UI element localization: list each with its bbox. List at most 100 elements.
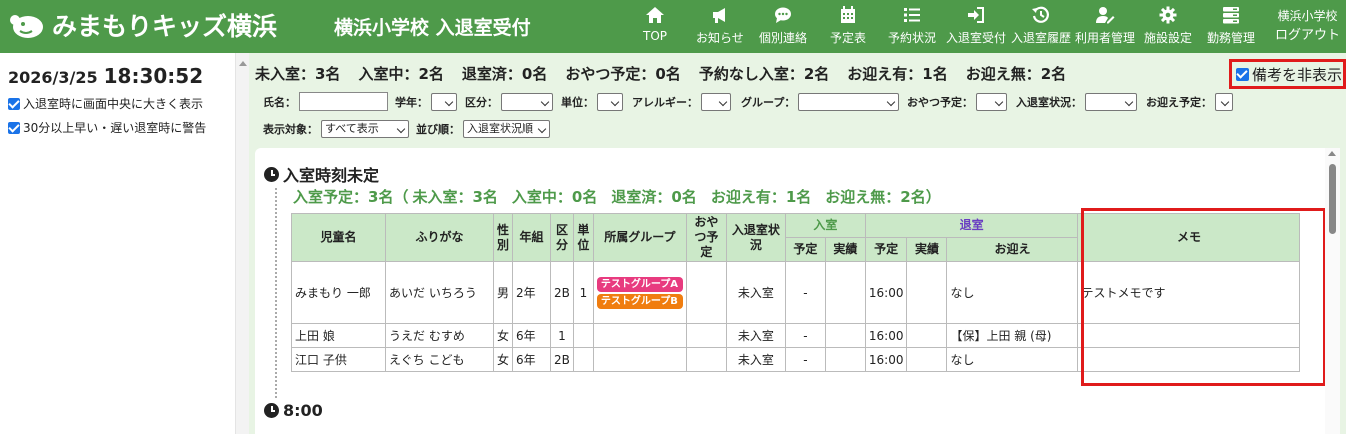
cell-unit bbox=[572, 347, 594, 372]
cell-exit-actual bbox=[906, 261, 948, 324]
hide-remarks-checkbox[interactable] bbox=[1236, 67, 1249, 81]
nav-history[interactable]: 入退室履歴 bbox=[1011, 5, 1071, 49]
nav-facility-settings[interactable]: 施設設定 bbox=[1144, 5, 1192, 49]
cell-snack bbox=[685, 261, 727, 324]
nav-checkin[interactable]: 入退室受付 bbox=[946, 5, 1006, 49]
cell-status[interactable]: 未入室 bbox=[725, 323, 786, 348]
cell-name[interactable]: 上田 娘 bbox=[291, 323, 386, 348]
panel-splitter[interactable] bbox=[235, 53, 249, 434]
cell-unit: 1 bbox=[572, 261, 594, 324]
allergy-select[interactable] bbox=[701, 93, 731, 111]
cell-status[interactable]: 未入室 bbox=[725, 347, 786, 372]
table-row[interactable]: 江口 子供 えぐち こども 女 6年 2B 未入室 - 16:00 なし bbox=[291, 347, 1301, 372]
filter-grade: 学年： bbox=[395, 93, 457, 111]
col-snack[interactable]: おやつ予定 bbox=[685, 213, 727, 262]
col-exit[interactable]: 退室 bbox=[864, 213, 1079, 238]
current-datetime: 2026/3/25 18:30:52 bbox=[8, 64, 203, 88]
col-division[interactable]: 区分 bbox=[550, 213, 574, 262]
nav-schedule[interactable]: 予定表 bbox=[830, 5, 866, 49]
section-title: 8:00 bbox=[283, 401, 323, 420]
hide-remarks-toggle[interactable]: 備考を非表示 bbox=[1229, 59, 1346, 89]
division-select[interactable] bbox=[501, 93, 553, 111]
filter-snack: おやつ予定： bbox=[907, 93, 1007, 111]
filter-sort: 並び順： 入退室状況順 bbox=[416, 120, 550, 138]
cell-snack bbox=[685, 323, 727, 348]
col-furigana[interactable]: ふりがな bbox=[385, 213, 494, 262]
status-select[interactable] bbox=[1085, 93, 1137, 111]
nav-label: 入退室履歴 bbox=[1011, 31, 1072, 45]
filter-label: 表示対象： bbox=[263, 123, 318, 136]
filter-bar: 氏名： 学年： 区分： 単位： アレルギー： グループ： おやつ予定： 入退室状… bbox=[249, 89, 1346, 144]
logo[interactable]: みまもりキッズ横浜 bbox=[6, 8, 277, 42]
logout-link[interactable]: ログアウト bbox=[1275, 26, 1340, 46]
scroll-thumb[interactable] bbox=[1329, 164, 1336, 234]
nav-message[interactable]: 個別連絡 bbox=[759, 5, 807, 49]
table-row[interactable]: みまもり 一郎 あいだ いちろう 男 2年 2B 1 テストグループA テストグ… bbox=[291, 261, 1301, 324]
display-target-select[interactable]: すべて表示 bbox=[321, 120, 409, 138]
filter-label: 学年： bbox=[395, 96, 428, 109]
col-status[interactable]: 入退室状況 bbox=[725, 213, 786, 262]
nav-reservation[interactable]: 予約状況 bbox=[888, 5, 936, 49]
time-warning-checkbox[interactable] bbox=[8, 121, 20, 134]
table-row[interactable]: 上田 娘 うえだ むすめ 女 6年 1 未入室 - 16:00 【保】上田 親 … bbox=[291, 323, 1301, 348]
filter-label: 入退室状況： bbox=[1016, 96, 1082, 109]
section-title: 入室時刻未定 bbox=[283, 166, 380, 185]
snack-select[interactable] bbox=[976, 93, 1007, 111]
col-group[interactable]: 所属グループ bbox=[592, 213, 687, 262]
sort-select[interactable]: 入退室状況順 bbox=[463, 120, 550, 138]
filter-display-target: 表示対象： すべて表示 bbox=[263, 120, 409, 138]
cell-division: 2B bbox=[550, 261, 574, 324]
nav-work-management[interactable]: 勤務管理 bbox=[1207, 5, 1255, 49]
cell-pickup: なし bbox=[946, 347, 1079, 372]
cell-name[interactable]: みまもり 一郎 bbox=[291, 261, 386, 324]
name-input[interactable] bbox=[299, 92, 388, 111]
col-sex[interactable]: 性別 bbox=[492, 213, 514, 262]
page-title: 横浜小学校 入退室受付 bbox=[334, 17, 531, 39]
cell-memo[interactable]: テストメモです bbox=[1077, 261, 1301, 324]
cell-memo[interactable] bbox=[1077, 323, 1301, 348]
option-center-display[interactable]: 入退室時に画面中央に大きく表示 bbox=[8, 95, 203, 112]
filter-allergy: アレルギー： bbox=[632, 93, 731, 111]
home-icon bbox=[646, 7, 664, 23]
col-entry[interactable]: 入室 bbox=[784, 213, 866, 238]
col-pickup[interactable]: お迎え bbox=[946, 237, 1079, 262]
grade-select[interactable] bbox=[431, 93, 457, 111]
sec-not-entered: 未入室：3名 bbox=[412, 188, 498, 206]
nav-notice[interactable]: お知らせ bbox=[696, 5, 744, 49]
col-entry-actual[interactable]: 実績 bbox=[824, 237, 866, 262]
cell-entry-actual bbox=[824, 347, 866, 372]
cell-memo[interactable] bbox=[1077, 347, 1301, 372]
unit-select[interactable] bbox=[597, 93, 623, 111]
hide-remarks-label: 備考を非表示 bbox=[1252, 65, 1343, 84]
col-unit[interactable]: 単位 bbox=[572, 213, 594, 262]
server-icon bbox=[1223, 7, 1239, 24]
summary-pickup-yes: お迎え有：1名 bbox=[847, 65, 948, 83]
collapse-arrow-icon[interactable] bbox=[239, 61, 247, 66]
col-entry-plan[interactable]: 予定 bbox=[784, 237, 826, 262]
sec-in-room: 入室中：0名 bbox=[511, 188, 598, 206]
nav-user-management[interactable]: 利用者管理 bbox=[1075, 5, 1135, 49]
scroll-up-icon[interactable] bbox=[1328, 151, 1336, 156]
col-memo[interactable]: メモ bbox=[1077, 213, 1301, 262]
cell-status[interactable]: 未入室 bbox=[725, 261, 786, 324]
col-name[interactable]: 児童名 bbox=[291, 213, 386, 262]
filter-name: 氏名： bbox=[263, 92, 388, 111]
option-time-warning[interactable]: 30分以上早い・遅い退室時に警告 bbox=[8, 119, 206, 136]
app-header: みまもりキッズ横浜 横浜小学校 入退室受付 TOP お知らせ 個別連絡 予定表 … bbox=[0, 0, 1346, 53]
pickup-select[interactable] bbox=[1215, 93, 1233, 111]
roster-card: 入室時刻未定 入室予定：3名（ 未入室：3名 入室中：0名 退室済：0名 お迎え有：1名… bbox=[255, 148, 1335, 438]
vertical-scrollbar[interactable] bbox=[1325, 148, 1340, 434]
nav-label: 利用者管理 bbox=[1075, 31, 1136, 45]
nav-top[interactable]: TOP bbox=[643, 5, 667, 49]
cell-name[interactable]: 江口 子供 bbox=[291, 347, 386, 372]
col-grade-class[interactable]: 年組 bbox=[512, 213, 552, 262]
cell-groups: テストグループA テストグループB bbox=[592, 261, 687, 324]
cell-sex: 女 bbox=[492, 347, 514, 372]
summary-snack: おやつ予定：0名 bbox=[565, 65, 681, 83]
col-exit-actual[interactable]: 実績 bbox=[906, 237, 948, 262]
col-exit-plan[interactable]: 予定 bbox=[864, 237, 908, 262]
group-select[interactable] bbox=[798, 93, 900, 111]
nav-label: 勤務管理 bbox=[1207, 31, 1256, 45]
center-display-checkbox[interactable] bbox=[8, 97, 20, 110]
summary-left-room: 退室済：0名 bbox=[461, 65, 548, 83]
